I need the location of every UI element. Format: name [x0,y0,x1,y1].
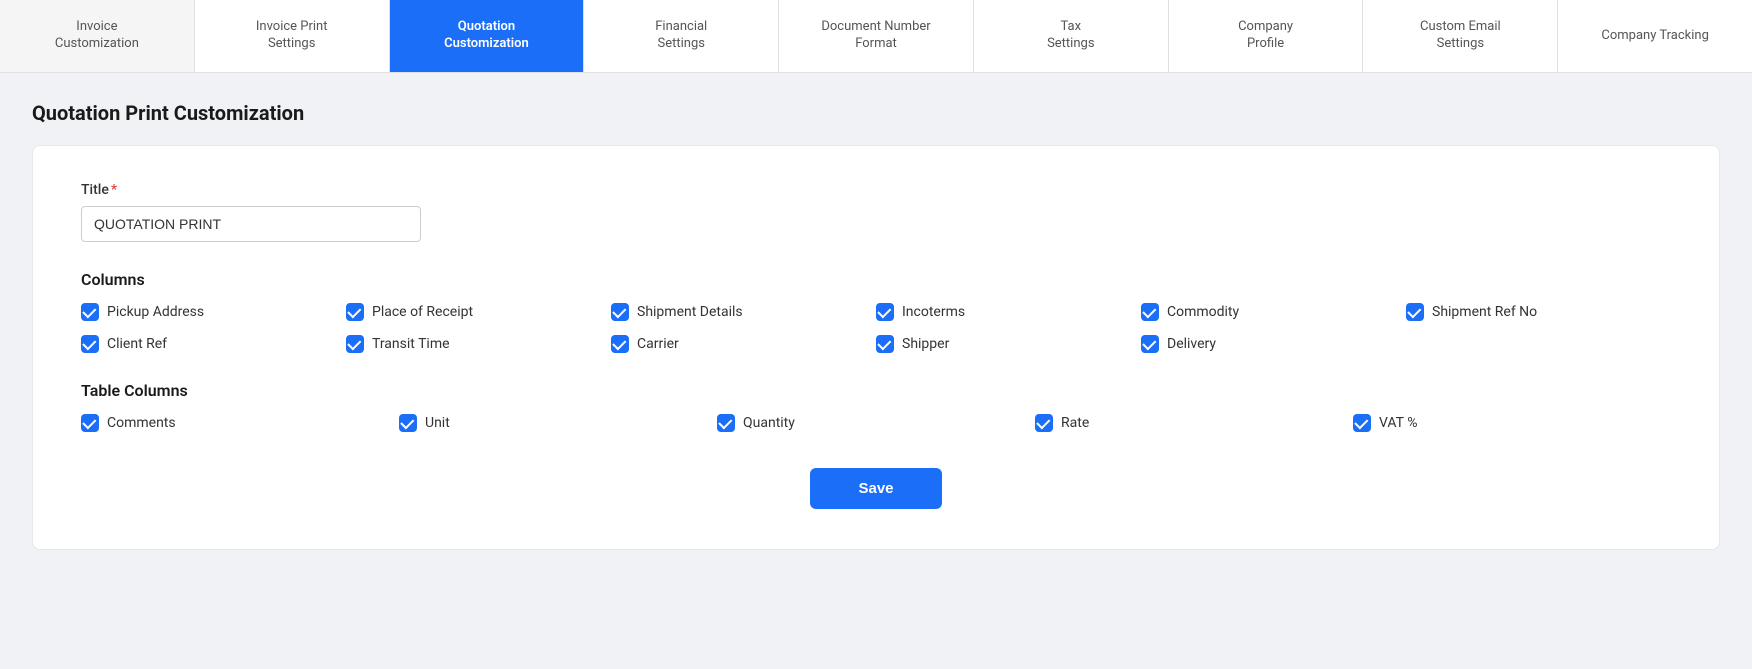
settings-card: Title* Columns Pickup Address Place of Re… [32,145,1720,550]
checkbox-icon-transit-time [346,335,364,353]
table-checkbox-label-rate: Rate [1061,415,1089,431]
columns-grid: Pickup Address Place of Receipt Shipment D… [81,303,1671,353]
checkbox-transit-time[interactable]: Transit Time [346,335,611,353]
table-checkbox-label-unit: Unit [425,415,450,431]
table-checkbox-vat-percent[interactable]: VAT % [1353,414,1671,432]
checkbox-delivery[interactable]: Delivery [1141,335,1406,353]
checkbox-shipment-details[interactable]: Shipment Details [611,303,876,321]
table-checkbox-icon-quantity [717,414,735,432]
table-columns-section-title: Table Columns [81,381,1671,400]
checkbox-shipper[interactable]: Shipper [876,335,1141,353]
tab-quotation-customization[interactable]: Quotation Customization [390,0,585,72]
main-content: Quotation Print Customization Title* Col… [0,73,1752,578]
checkbox-icon-incoterms [876,303,894,321]
table-checkbox-icon-rate [1035,414,1053,432]
tab-company-tracking[interactable]: Company Tracking [1558,0,1752,72]
checkbox-label-shipment-details: Shipment Details [637,304,743,320]
checkbox-label-shipper: Shipper [902,336,949,352]
checkbox-icon-client-ref [81,335,99,353]
title-input[interactable] [81,206,421,242]
checkbox-label-pickup-address: Pickup Address [107,304,204,320]
table-checkbox-label-comments: Comments [107,415,176,431]
table-checkbox-quantity[interactable]: Quantity [717,414,1035,432]
save-button[interactable]: Save [810,468,941,509]
tab-custom-email-settings[interactable]: Custom Email Settings [1363,0,1558,72]
table-checkbox-icon-vat-percent [1353,414,1371,432]
table-columns-grid: Comments Unit Quantity Rate VAT % [81,414,1671,432]
table-checkbox-label-vat-percent: VAT % [1379,415,1417,431]
checkbox-icon-place-of-receipt [346,303,364,321]
checkbox-icon-carrier [611,335,629,353]
title-field-label: Title* [81,182,1671,198]
checkbox-icon-shipper [876,335,894,353]
checkbox-commodity[interactable]: Commodity [1141,303,1406,321]
checkbox-label-commodity: Commodity [1167,304,1239,320]
checkbox-icon-shipment-details [611,303,629,321]
tab-document-number-format[interactable]: Document Number Format [779,0,974,72]
checkbox-label-delivery: Delivery [1167,336,1216,352]
table-checkbox-icon-unit [399,414,417,432]
table-checkbox-label-quantity: Quantity [743,415,795,431]
table-checkbox-icon-comments [81,414,99,432]
checkbox-client-ref[interactable]: Client Ref [81,335,346,353]
tab-financial-settings[interactable]: Financial Settings [584,0,779,72]
checkbox-pickup-address[interactable]: Pickup Address [81,303,346,321]
tab-company-profile[interactable]: Company Profile [1169,0,1364,72]
page-title: Quotation Print Customization [32,101,1720,125]
title-field-group: Title* [81,182,1671,242]
checkbox-label-incoterms: Incoterms [902,304,965,320]
table-checkbox-rate[interactable]: Rate [1035,414,1353,432]
checkbox-icon-commodity [1141,303,1159,321]
save-btn-container: Save [81,468,1671,509]
tab-invoice-print-settings[interactable]: Invoice Print Settings [195,0,390,72]
tab-tax-settings[interactable]: Tax Settings [974,0,1169,72]
checkbox-label-client-ref: Client Ref [107,336,167,352]
checkbox-label-carrier: Carrier [637,336,679,352]
checkbox-label-place-of-receipt: Place of Receipt [372,304,473,320]
table-checkbox-comments[interactable]: Comments [81,414,399,432]
checkbox-icon-delivery [1141,335,1159,353]
checkbox-carrier[interactable]: Carrier [611,335,876,353]
tab-invoice-customization[interactable]: Invoice Customization [0,0,195,72]
checkbox-icon-pickup-address [81,303,99,321]
tab-bar: Invoice CustomizationInvoice Print Setti… [0,0,1752,73]
checkbox-label-transit-time: Transit Time [372,336,450,352]
checkbox-shipment-ref-no[interactable]: Shipment Ref No [1406,303,1671,321]
table-checkbox-unit[interactable]: Unit [399,414,717,432]
columns-section-title: Columns [81,270,1671,289]
checkbox-incoterms[interactable]: Incoterms [876,303,1141,321]
checkbox-icon-shipment-ref-no [1406,303,1424,321]
checkbox-label-shipment-ref-no: Shipment Ref No [1432,304,1537,320]
checkbox-place-of-receipt[interactable]: Place of Receipt [346,303,611,321]
